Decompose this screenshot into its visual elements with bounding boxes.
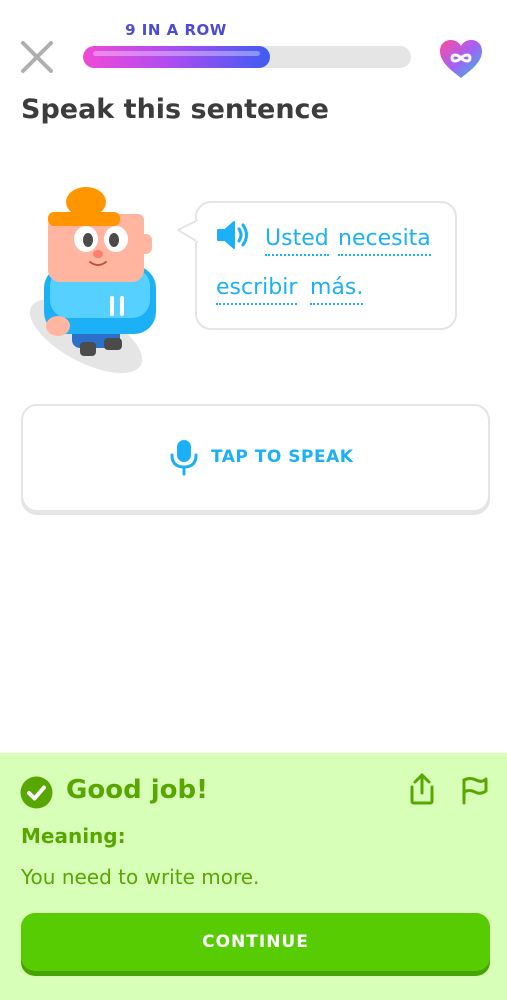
sentence-word[interactable]: necesita — [338, 226, 431, 256]
close-icon[interactable] — [18, 38, 56, 76]
speaker-icon[interactable] — [215, 219, 251, 251]
flag-icon[interactable] — [458, 774, 490, 806]
feedback-heading: Good job! — [66, 775, 208, 805]
sentence-word[interactable]: más. — [310, 275, 364, 305]
meaning-text: You need to write more. — [21, 865, 260, 889]
page-title: Speak this sentence — [21, 94, 329, 125]
lesson-progress-bar — [83, 46, 411, 68]
microphone-icon — [170, 440, 198, 476]
lesson-progress-fill — [83, 46, 270, 68]
sentence-word[interactable]: Usted — [265, 226, 329, 256]
meaning-label: Meaning: — [21, 824, 126, 848]
check-icon — [20, 776, 53, 809]
tap-to-speak-label: TAP TO SPEAK — [211, 447, 354, 467]
character-illustration — [29, 187, 156, 374]
speech-bubble-tail — [177, 219, 198, 243]
infinite-hearts-icon[interactable] — [438, 38, 484, 80]
streak-label: 9 IN A ROW — [125, 21, 227, 39]
continue-button[interactable]: CONTINUE — [21, 913, 490, 971]
sentence-word[interactable]: escribir — [216, 275, 298, 305]
share-icon[interactable] — [406, 772, 438, 806]
